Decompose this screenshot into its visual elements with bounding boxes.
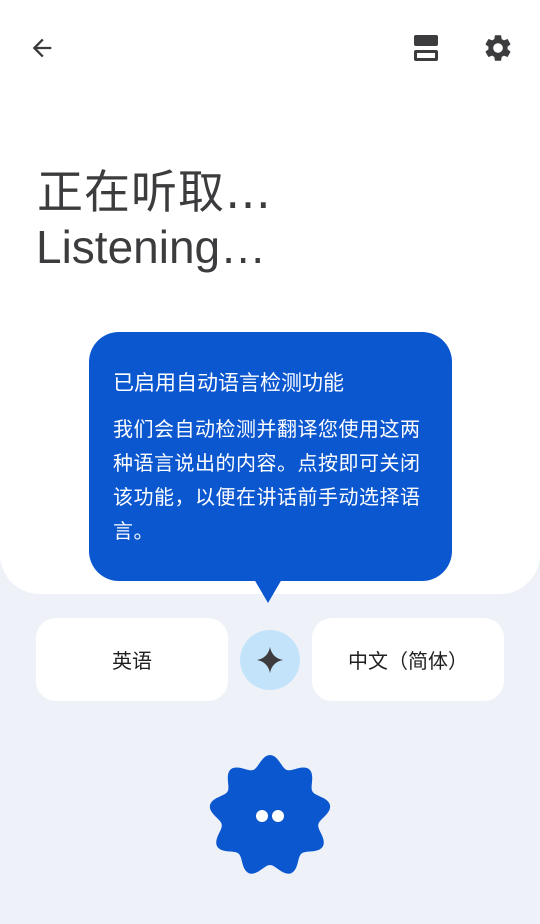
gear-icon bbox=[485, 35, 511, 61]
back-button[interactable] bbox=[14, 20, 70, 76]
source-language-button[interactable]: 英语 bbox=[36, 618, 228, 701]
auto-detect-button[interactable] bbox=[240, 630, 300, 690]
dual-screen-layout-icon bbox=[414, 35, 438, 61]
listening-dots-icon bbox=[206, 752, 334, 880]
target-language-button[interactable]: 中文（简体） bbox=[312, 618, 504, 701]
arrow-back-icon bbox=[32, 38, 52, 58]
conversation-screen: 正在听取… Listening… 已启用自动语言检测功能 我们会自动检测并翻译您… bbox=[0, 0, 540, 924]
tooltip-body: 我们会自动检测并翻译您使用这两种语言说出的内容。点按即可关闭该功能，以便在讲话前… bbox=[113, 417, 421, 543]
sparkle-icon bbox=[256, 646, 284, 674]
listening-status-translation: Listening… bbox=[36, 221, 267, 273]
listening-dot bbox=[256, 810, 268, 822]
layout-toggle-button[interactable] bbox=[398, 20, 454, 76]
auto-detect-tooltip[interactable]: 已启用自动语言检测功能 我们会自动检测并翻译您使用这两种语言说出的内容。点按即可… bbox=[89, 332, 452, 581]
microphone-button[interactable] bbox=[206, 752, 334, 880]
listening-dot bbox=[272, 810, 284, 822]
tooltip-title: 已启用自动语言检测功能 bbox=[113, 371, 344, 395]
settings-button[interactable] bbox=[470, 20, 526, 76]
listening-status-text: 正在听取… bbox=[37, 165, 272, 219]
tooltip-pointer bbox=[254, 579, 282, 603]
